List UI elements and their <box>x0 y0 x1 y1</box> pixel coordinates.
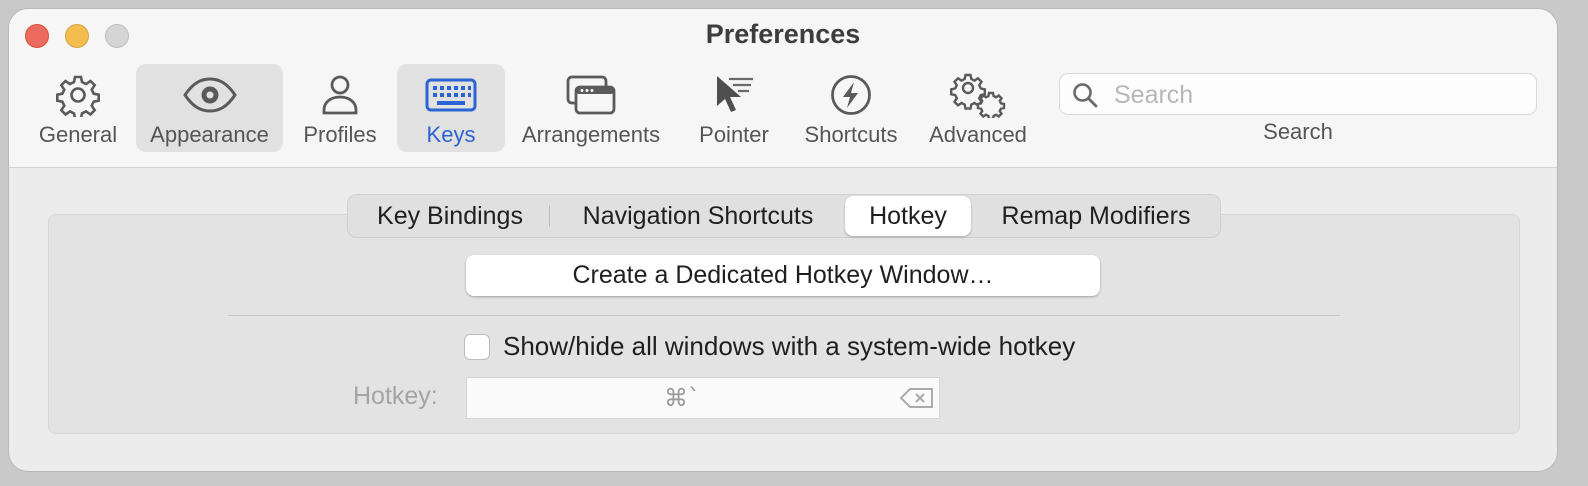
show-hide-windows-label[interactable]: Show/hide all windows with a system-wide… <box>503 331 1075 362</box>
clear-hotkey-icon[interactable] <box>899 386 935 410</box>
toolbar-label-arrangements: Arrangements <box>521 122 661 147</box>
tab-hotkey[interactable]: Hotkey <box>845 196 971 236</box>
toolbar-item-appearance[interactable]: Appearance <box>136 64 283 152</box>
toolbar-label-appearance: Appearance <box>150 122 269 147</box>
tab-remap-modifiers[interactable]: Remap Modifiers <box>976 196 1216 236</box>
toolbar-label-general: General <box>38 122 118 147</box>
toolbar-item-shortcuts[interactable]: Shortcuts <box>799 64 903 152</box>
create-hotkey-window-button[interactable]: Create a Dedicated Hotkey Window… <box>466 255 1100 296</box>
toolbar-item-advanced[interactable]: Advanced <box>923 64 1033 152</box>
toolbar-item-arrangements[interactable]: Arrangements <box>514 64 668 152</box>
toolbar-label-profiles: Profiles <box>303 122 377 147</box>
cursor-icon <box>704 70 764 120</box>
person-icon <box>310 70 370 120</box>
keys-tab-bar: Key Bindings Navigation Shortcuts Hotkey… <box>347 194 1221 238</box>
toolbar: Preferences General Appearance Profiles … <box>9 9 1557 168</box>
show-hide-windows-checkbox[interactable] <box>464 334 490 360</box>
bolt-icon <box>821 70 881 120</box>
tab-key-bindings[interactable]: Key Bindings <box>354 196 546 236</box>
hotkey-recorder-field[interactable]: ⌘` <box>466 377 940 419</box>
toolbar-label-shortcuts: Shortcuts <box>804 122 898 147</box>
window-title: Preferences <box>705 19 861 49</box>
toolbar-item-keys[interactable]: Keys <box>397 64 505 152</box>
search-icon <box>1073 83 1098 108</box>
gears-icon <box>948 70 1008 120</box>
windows-icon <box>561 70 621 120</box>
keyboard-icon <box>421 70 481 120</box>
toolbar-item-pointer[interactable]: Pointer <box>691 64 777 152</box>
preferences-window: Preferences General Appearance Profiles … <box>8 8 1558 472</box>
separator <box>228 315 1340 316</box>
toolbar-label-keys: Keys <box>426 122 476 147</box>
eye-icon <box>180 70 240 120</box>
search-label: Search <box>1263 119 1333 144</box>
search-input[interactable] <box>1112 79 1516 111</box>
gear-icon <box>48 70 108 120</box>
tab-navigation-shortcuts[interactable]: Navigation Shortcuts <box>554 196 842 236</box>
toolbar-label-advanced: Advanced <box>929 122 1027 147</box>
hotkey-label: Hotkey: <box>353 382 438 410</box>
toolbar-item-general[interactable]: General <box>31 64 125 152</box>
tab-divider <box>549 205 550 227</box>
toolbar-item-profiles[interactable]: Profiles <box>294 64 386 152</box>
search-field[interactable] <box>1059 73 1537 115</box>
hotkey-value: ⌘` <box>664 384 700 412</box>
toolbar-label-pointer: Pointer <box>699 122 769 147</box>
